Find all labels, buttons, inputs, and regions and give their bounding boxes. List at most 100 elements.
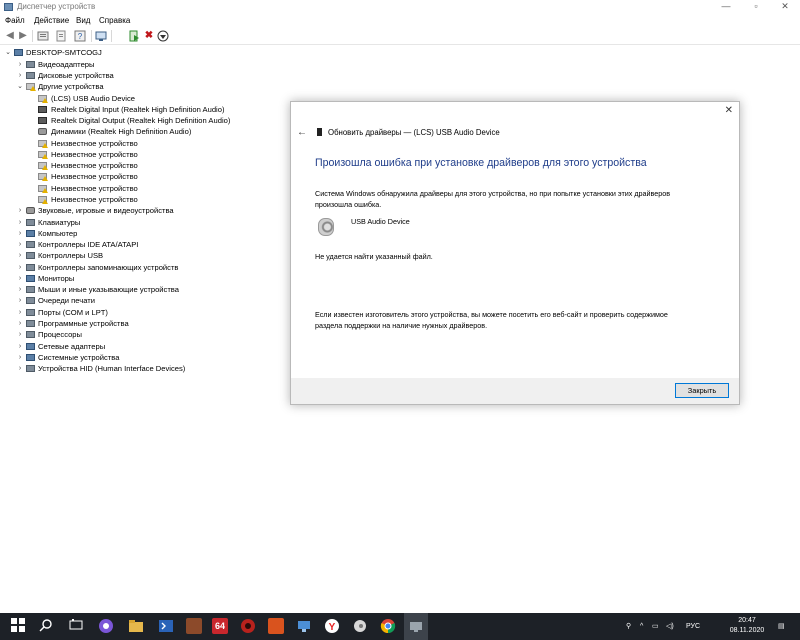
- close-window-button[interactable]: ✕: [770, 0, 800, 14]
- expand-icon[interactable]: ›: [16, 341, 24, 352]
- expand-icon[interactable]: ›: [16, 363, 24, 374]
- expand-icon[interactable]: ›: [16, 329, 24, 340]
- tray-chevron-icon[interactable]: ^: [640, 613, 643, 640]
- unknown-device-icon: [26, 83, 36, 91]
- task-view-icon[interactable]: [68, 618, 84, 634]
- device-manager-taskbar-icon[interactable]: [404, 613, 428, 640]
- taskbar: 64 Y ⚲ ^ ▭ ◁) РУС 20:47 08.11.2020 ▤: [0, 613, 800, 640]
- warning-device-icon: [38, 173, 48, 181]
- tree-item-label: Системные устройства: [38, 353, 120, 362]
- expand-icon[interactable]: ›: [16, 295, 24, 306]
- app-red-icon[interactable]: [240, 618, 256, 634]
- tree-item-label: Клавиатуры: [38, 218, 81, 227]
- maximize-button[interactable]: ▫: [741, 0, 771, 14]
- computer-icon: [14, 49, 23, 56]
- refresh-icon[interactable]: [55, 30, 67, 42]
- chrome-icon[interactable]: [380, 618, 396, 634]
- app-orange-icon[interactable]: [268, 618, 284, 634]
- expand-icon[interactable]: ›: [16, 318, 24, 329]
- search-icon[interactable]: [38, 618, 54, 634]
- dialog-message: Система Windows обнаружила драйверы для …: [315, 189, 671, 209]
- window-title: Диспетчер устройств: [17, 2, 96, 11]
- tree-item-label: Видеоадаптеры: [38, 60, 95, 69]
- scan-icon[interactable]: [95, 30, 107, 42]
- software-device-icon: [26, 320, 35, 327]
- device-name: USB Audio Device: [351, 217, 410, 226]
- user-icon[interactable]: ⚲: [626, 613, 631, 640]
- app-white-icon[interactable]: [352, 618, 368, 634]
- tree-item-label: Порты (COM и LPT): [38, 308, 108, 317]
- speaker-icon: [26, 207, 35, 214]
- start-icon[interactable]: [10, 618, 26, 634]
- expand-icon[interactable]: ›: [16, 228, 24, 239]
- game-icon[interactable]: [186, 618, 202, 634]
- menu-view[interactable]: Вид: [76, 16, 90, 25]
- menu-help[interactable]: Справка: [99, 16, 130, 25]
- aida64-icon[interactable]: 64: [212, 618, 228, 634]
- warning-device-icon: [38, 196, 48, 204]
- collapse-icon[interactable]: ⌄: [16, 81, 24, 92]
- warning-device-icon: [38, 95, 48, 103]
- app-purple-icon[interactable]: [98, 618, 114, 634]
- tree-item-label: Очереди печати: [38, 296, 95, 305]
- expand-icon[interactable]: ›: [16, 307, 24, 318]
- minimize-button[interactable]: —: [711, 0, 741, 14]
- printer-icon: [26, 297, 35, 304]
- warning-device-icon: [38, 185, 48, 193]
- file-explorer-icon[interactable]: [128, 618, 144, 634]
- tree-item-label: Звуковые, игровые и видеоустройства: [38, 206, 174, 215]
- expand-icon[interactable]: ›: [16, 262, 24, 273]
- properties-icon[interactable]: [37, 30, 49, 42]
- tree-item-label: Сетевые адаптеры: [38, 342, 106, 351]
- tree-item-label: Программные устройства: [38, 319, 129, 328]
- expand-icon[interactable]: ›: [16, 352, 24, 363]
- app-network-icon[interactable]: [296, 618, 312, 634]
- svg-text:Y: Y: [329, 622, 336, 633]
- warning-device-icon: [38, 151, 48, 159]
- uninstall-icon[interactable]: ✖: [143, 30, 155, 42]
- tree-item-label: Мониторы: [38, 274, 75, 283]
- collapse-icon[interactable]: ⌄: [4, 47, 12, 58]
- network-icon[interactable]: ▭: [652, 613, 659, 640]
- speaker-icon: [38, 128, 47, 135]
- menu-file[interactable]: Файл: [5, 16, 25, 25]
- keyboard-icon: [26, 219, 35, 226]
- expand-icon[interactable]: ›: [16, 284, 24, 295]
- update-driver-icon[interactable]: [157, 30, 169, 42]
- expand-icon[interactable]: ›: [16, 239, 24, 250]
- powershell-icon[interactable]: [158, 618, 174, 634]
- menu-action[interactable]: Действие: [34, 16, 69, 25]
- dialog-title: Обновить драйверы — (LCS) USB Audio Devi…: [328, 128, 500, 137]
- disk-drive-icon: [26, 72, 35, 79]
- language-indicator[interactable]: РУС: [686, 613, 700, 640]
- enable-device-icon[interactable]: [128, 30, 140, 42]
- monitor-icon: [26, 275, 35, 282]
- dialog-heading: Произошла ошибка при установке драйверов…: [315, 157, 647, 169]
- expand-icon[interactable]: ›: [16, 70, 24, 81]
- tree-item-label: Неизвестное устройство: [51, 161, 138, 170]
- notification-icon[interactable]: ▤: [778, 613, 785, 640]
- controller-icon: [26, 241, 35, 248]
- clock[interactable]: 20:47 08.11.2020: [724, 616, 770, 636]
- expand-icon[interactable]: ›: [16, 250, 24, 261]
- expand-icon[interactable]: ›: [16, 59, 24, 70]
- dialog-close-icon[interactable]: ✕: [725, 105, 733, 116]
- expand-icon[interactable]: ›: [16, 205, 24, 216]
- back-icon[interactable]: ◀: [4, 30, 16, 42]
- help-icon[interactable]: ?: [74, 30, 86, 42]
- expand-icon[interactable]: ›: [16, 273, 24, 284]
- storage-controller-icon: [26, 264, 35, 271]
- forward-icon[interactable]: ▶: [17, 30, 29, 42]
- clock-time: 20:47: [738, 617, 756, 624]
- error-text: Не удается найти указанный файл.: [315, 252, 433, 261]
- back-arrow-icon[interactable]: ←: [297, 127, 307, 138]
- tree-item-label: Контроллеры IDE ATA/ATAPI: [38, 240, 139, 249]
- tree-item-label: Realtek Digital Output (Realtek High Def…: [51, 116, 231, 125]
- display-adapter-icon: [26, 61, 35, 68]
- volume-icon[interactable]: ◁): [666, 613, 674, 640]
- device-icon: [317, 128, 322, 136]
- close-button[interactable]: Закрыть: [675, 383, 729, 398]
- yandex-browser-icon[interactable]: Y: [324, 618, 340, 634]
- tree-item-label: Контроллеры USB: [38, 251, 104, 260]
- expand-icon[interactable]: ›: [16, 217, 24, 228]
